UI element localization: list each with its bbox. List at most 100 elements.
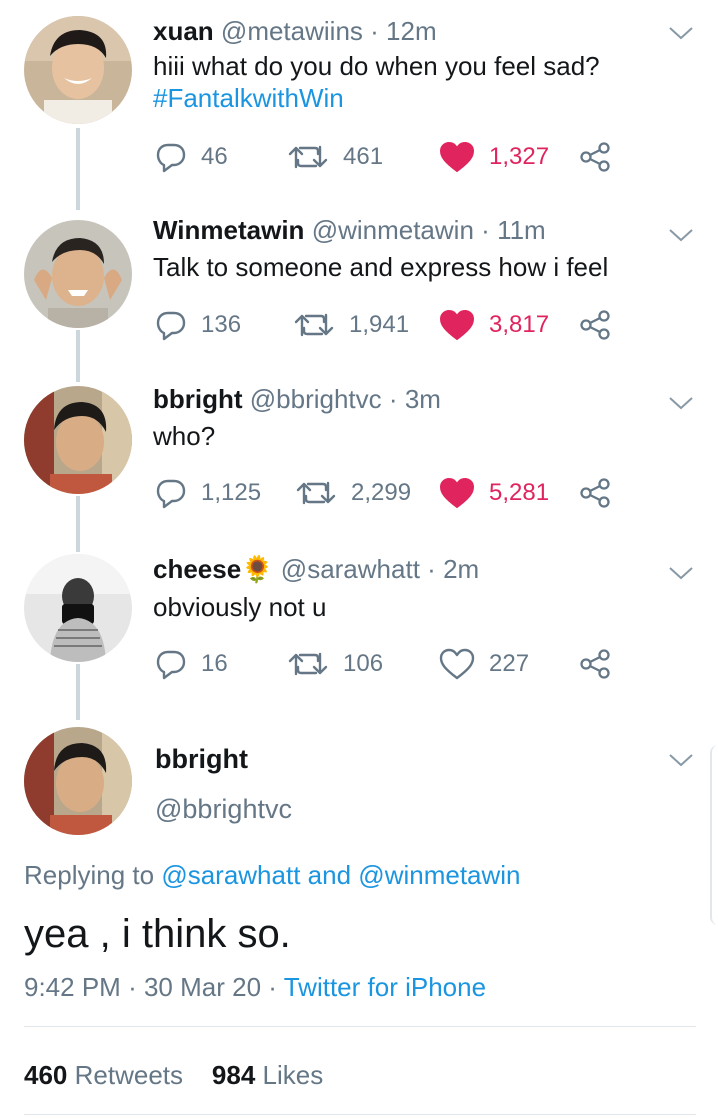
thread-tweet[interactable]: xuan @metawiins · 12m hiii what do you d… <box>0 0 718 210</box>
tweet-header: xuan @metawiins · 12m <box>153 16 437 46</box>
author-name[interactable]: xuan <box>153 16 214 46</box>
tweet-text: Talk to someone and express how i feel <box>153 251 608 283</box>
author-name[interactable]: bbright <box>153 384 243 414</box>
reply-count: 136 <box>201 311 242 338</box>
retweet-icon <box>288 145 328 169</box>
scrollbar[interactable] <box>710 745 718 925</box>
retweet-label: Retweets <box>74 1060 184 1090</box>
thread-tweet[interactable]: cheese🌻 @sarawhatt · 2m obviously not u … <box>0 540 718 720</box>
tweet-timestamp-line: 9:42 PM · 30 Mar 20 · Twitter for iPhone <box>24 972 486 1003</box>
reply-button[interactable]: 46 <box>155 140 228 174</box>
separator-dot: · <box>268 972 277 1002</box>
like-count: 5,281 <box>489 479 550 506</box>
reply-count: 1,125 <box>201 479 262 506</box>
tweet-text: hiii what do you do when you feel sad? #… <box>153 50 600 114</box>
tweet-actions: 1,125 2,299 5,281 <box>155 476 625 510</box>
retweet-icon <box>296 481 336 505</box>
timestamp[interactable]: 11m <box>497 215 546 245</box>
share-icon <box>580 142 610 172</box>
thread-tweet[interactable]: bbright @bbrightvc · 3m who? 1,125 2,299… <box>0 370 718 552</box>
retweet-button[interactable]: 106 <box>287 647 383 681</box>
avatar[interactable] <box>24 386 132 494</box>
like-label: Likes <box>262 1060 324 1090</box>
tweet-header: Winmetawin @winmetawin · 11m <box>153 215 546 245</box>
like-count: 3,817 <box>489 311 550 338</box>
main-tweet-text: yea , i think so. <box>24 912 291 956</box>
retweet-icon <box>294 313 334 337</box>
retweet-count: 106 <box>343 650 384 677</box>
share-button[interactable] <box>579 140 611 174</box>
retweet-total: 460 <box>24 1060 68 1090</box>
author-handle[interactable]: @metawiins <box>221 16 363 46</box>
replying-user-link[interactable]: @winmetawin <box>358 860 520 890</box>
retweet-count: 461 <box>343 143 384 170</box>
heart-icon <box>439 477 475 509</box>
replying-user-link[interactable]: @sarawhatt <box>161 860 300 890</box>
tweet-text: who? <box>153 420 215 452</box>
like-count: 227 <box>489 650 530 677</box>
chevron-down-icon[interactable] <box>666 220 696 250</box>
author-handle[interactable]: @bbrightvc <box>250 384 382 414</box>
retweets-stat[interactable]: 460 Retweets <box>24 1060 183 1090</box>
tweet-actions: 16 106 227 <box>155 647 625 681</box>
likes-stat[interactable]: 984 Likes <box>212 1060 323 1090</box>
separator-dot: · <box>370 16 379 46</box>
tweet-actions: 46 461 1,327 <box>155 140 625 174</box>
reply-icon <box>156 311 186 341</box>
retweet-count: 2,299 <box>351 479 412 506</box>
timestamp[interactable]: 3m <box>405 384 441 414</box>
like-button[interactable]: 1,327 <box>439 140 549 174</box>
replying-to: Replying to @sarawhatt and @winmetawin <box>24 860 521 891</box>
avatar[interactable] <box>24 220 132 328</box>
main-author-name[interactable]: bbright <box>155 744 248 775</box>
thread-line <box>76 128 80 210</box>
author-handle[interactable]: @winmetawin <box>312 215 474 245</box>
sunflower-emoji: 🌻 <box>241 554 274 584</box>
timestamp[interactable]: 2m <box>443 554 479 584</box>
chevron-down-icon[interactable] <box>666 18 696 48</box>
share-button[interactable] <box>579 308 611 342</box>
separator-dot: · <box>427 554 436 584</box>
tweet-text: obviously not u <box>153 591 326 623</box>
tweet-actions: 136 1,941 3,817 <box>155 308 625 342</box>
reply-button[interactable]: 16 <box>155 647 228 681</box>
hashtag-link[interactable]: #FantalkwithWin <box>153 82 600 114</box>
share-button[interactable] <box>579 647 611 681</box>
heart-icon <box>439 648 475 680</box>
author-name[interactable]: cheese <box>153 554 241 584</box>
reply-button[interactable]: 1,125 <box>155 476 261 510</box>
like-button[interactable]: 3,817 <box>439 308 549 342</box>
like-button[interactable]: 227 <box>439 647 529 681</box>
author-name[interactable]: Winmetawin <box>153 215 304 245</box>
like-button[interactable]: 5,281 <box>439 476 549 510</box>
retweet-button[interactable]: 2,299 <box>295 476 411 510</box>
tweet-stats: 460 Retweets 984 Likes <box>24 1060 323 1091</box>
tweet-text-line: hiii what do you do when you feel sad? <box>153 51 600 81</box>
reply-button[interactable]: 136 <box>155 308 241 342</box>
avatar[interactable] <box>24 16 132 124</box>
tweet-text-line: Talk to someone and express how i feel <box>153 252 609 282</box>
retweet-icon <box>288 652 328 676</box>
thread-tweet[interactable]: Winmetawin @winmetawin · 11m Talk to som… <box>0 200 718 382</box>
avatar[interactable] <box>24 554 132 662</box>
tweet-text-line: who? <box>153 421 216 451</box>
reply-icon <box>156 479 186 509</box>
tweet-source-link[interactable]: Twitter for iPhone <box>284 972 486 1002</box>
reply-icon <box>156 143 186 173</box>
timestamp[interactable]: 12m <box>386 16 437 46</box>
tweet-header: bbright @bbrightvc · 3m <box>153 384 441 414</box>
chevron-down-icon[interactable] <box>666 558 696 588</box>
main-avatar[interactable] <box>24 727 132 835</box>
tweet-date: 30 Mar 20 <box>143 972 262 1002</box>
chevron-down-icon[interactable] <box>666 745 696 775</box>
retweet-button[interactable]: 461 <box>287 140 383 174</box>
reply-count: 46 <box>201 143 228 170</box>
main-author-handle[interactable]: @bbrightvc <box>155 794 292 825</box>
share-icon <box>580 649 610 679</box>
divider <box>24 1114 696 1115</box>
share-button[interactable] <box>579 476 611 510</box>
reply-icon <box>156 650 186 680</box>
retweet-button[interactable]: 1,941 <box>293 308 409 342</box>
author-handle[interactable]: @sarawhatt <box>281 554 420 584</box>
chevron-down-icon[interactable] <box>666 388 696 418</box>
